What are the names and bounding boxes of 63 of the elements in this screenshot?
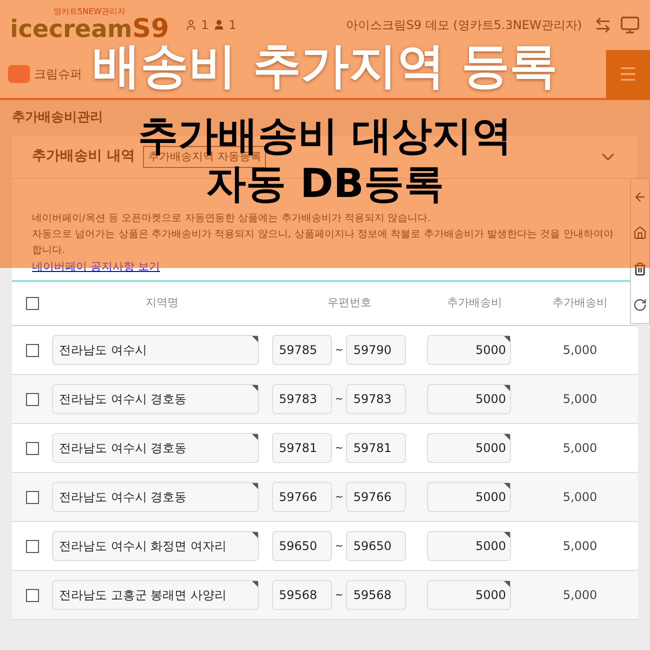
zip-field[interactable]: 59650 [346, 531, 406, 561]
range-separator: ~ [335, 540, 344, 554]
zip-field[interactable]: 59766 [346, 482, 406, 512]
filter-label: 추가배송비 내역 [32, 147, 135, 166]
checkbox[interactable] [26, 344, 38, 356]
zip-field[interactable]: 59781 [272, 433, 332, 463]
region-field[interactable]: 전라남도 고흥군 봉래면 사양리 [52, 580, 259, 610]
trash-icon[interactable] [633, 262, 647, 276]
checkbox[interactable] [26, 392, 38, 406]
zip-field[interactable]: 59781 [346, 433, 406, 463]
range-separator: ~ [335, 344, 344, 358]
fee-field[interactable]: 5000 [427, 482, 511, 512]
zip-field[interactable]: 59568 [346, 580, 406, 610]
fee-amount: 5,000 [562, 538, 598, 555]
page-title: 추가배송비관리 [12, 109, 104, 127]
zip-field[interactable]: 59783 [346, 384, 406, 414]
column-header: 추가배송비 [446, 295, 503, 312]
checkbox[interactable] [26, 442, 38, 454]
fee-field[interactable]: 5000 [427, 384, 511, 414]
fee-amount: 5,000 [562, 440, 598, 457]
zip-field[interactable]: 59785 [272, 335, 332, 365]
refresh-icon[interactable] [633, 298, 647, 312]
fee-field[interactable]: 5000 [427, 433, 511, 463]
range-separator: ~ [335, 442, 344, 456]
site-name: 아이스크림S9 데모 (영카트5.3NEW관리자) [346, 17, 582, 34]
user-count: 1 [201, 17, 209, 34]
fee-amount: 5,000 [562, 342, 598, 359]
region-field[interactable]: 전라남도 여수시 화정면 여자리 [52, 531, 259, 561]
range-separator: ~ [335, 490, 344, 504]
back-icon[interactable] [633, 190, 647, 204]
fee-field[interactable]: 5000 [427, 531, 511, 561]
zip-field[interactable]: 59650 [272, 531, 332, 561]
zip-field[interactable]: 59790 [346, 335, 406, 365]
fee-amount: 5,000 [562, 489, 598, 506]
fee-field[interactable]: 5000 [427, 335, 511, 365]
monitor-icon[interactable] [620, 15, 640, 35]
logo-caption: 영카트5NEW관리자 [54, 8, 126, 16]
checkbox[interactable] [26, 540, 38, 552]
fee-amount: 5,000 [562, 587, 598, 604]
checkbox[interactable] [26, 490, 38, 504]
region-field[interactable]: 전라남도 여수시 [52, 335, 259, 365]
user-icon [212, 19, 225, 31]
range-separator: ~ [335, 588, 344, 602]
zip-field[interactable]: 59568 [272, 580, 332, 610]
region-field[interactable]: 전라남도 여수시 경호동 [52, 482, 259, 512]
fee-amount: 5,000 [562, 391, 598, 408]
zip-field[interactable]: 59766 [272, 482, 332, 512]
home-icon[interactable] [633, 226, 647, 240]
user-icon [185, 19, 198, 31]
region-field[interactable]: 전라남도 여수시 경호동 [52, 384, 259, 414]
range-separator: ~ [335, 392, 344, 406]
notice-text: 자동으로 넘어가는 상품은 추가배송비가 적용되지 않으니, 상품페이지나 정보에 착불로 추가배송비가 발생한다는 것을 안내하여야 합니다. [32, 228, 614, 258]
column-header: 우편번호 [326, 295, 372, 312]
switch-icon[interactable] [594, 16, 612, 34]
notice-text: 네이버페이/옥션 등 오픈마켓으로 자동연동한 상품에는 추가배송비가 적용되지 않습니다. [32, 212, 432, 226]
fee-field[interactable]: 5000 [427, 580, 511, 610]
column-header: 지역명 [144, 295, 180, 312]
user-count: 1 [228, 17, 236, 34]
checkbox[interactable] [26, 588, 38, 602]
zip-field[interactable]: 59783 [272, 384, 332, 414]
column-header: 추가배송비 [552, 295, 608, 312]
checkbox[interactable] [26, 297, 38, 310]
region-field[interactable]: 전라남도 여수시 경호동 [52, 433, 259, 463]
